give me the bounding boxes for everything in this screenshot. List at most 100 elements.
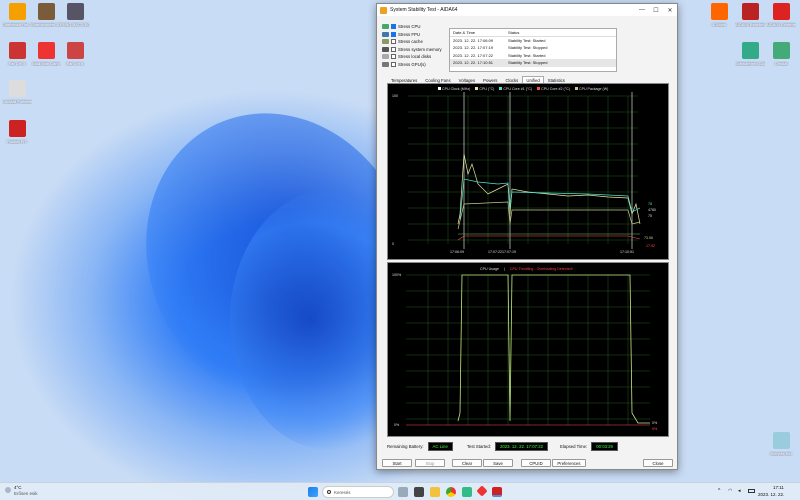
desktop-icon-label: AIDA64 Benchmark xyxy=(735,22,765,27)
volume-icon[interactable]: ◂ xyxy=(738,488,741,494)
hardware-icon xyxy=(382,31,389,37)
hardware-icon xyxy=(382,54,389,60)
test-log-list[interactable]: Date & Time Status 2023. 12. 22. 17:06:0… xyxy=(449,28,617,72)
app-icon xyxy=(37,42,55,59)
y-axis-bottom-label: 0 xyxy=(392,242,394,246)
checkbox[interactable] xyxy=(391,62,396,67)
legend-item[interactable]: CPU Core #1 (°C) xyxy=(499,87,532,91)
chrome-icon[interactable] xyxy=(446,487,456,497)
log-status: Stability Test: Started xyxy=(508,52,546,58)
hardware-icon xyxy=(382,24,389,29)
legend-label: CPU Core #1 (°C) xyxy=(503,87,533,91)
desktop-icon[interactable]: SoftwareInfo GAP-Z xyxy=(735,42,765,66)
log-header-status: Status xyxy=(508,29,520,35)
desktop-icon-label: Recycle Bin xyxy=(770,451,792,456)
desktop-icon[interactable]: Cocktail Fortress xyxy=(2,80,32,104)
aida64-taskbar-icon[interactable] xyxy=(492,487,502,497)
start-button[interactable]: Start xyxy=(382,459,412,467)
cpuid-button[interactable]: CPUID xyxy=(521,459,551,467)
legend-checkbox[interactable] xyxy=(574,87,578,90)
stress-option-label: Stress system memory xyxy=(398,46,442,52)
usage-legend: CPU Usage | CPU Throttling - Overheating… xyxy=(480,267,573,271)
stress-option[interactable]: Stress local disks xyxy=(382,54,431,60)
clock-time[interactable]: 17:11 xyxy=(773,485,784,490)
log-status: Stability Test: Stopped xyxy=(508,60,548,66)
tray-chevron-icon[interactable]: ^ xyxy=(718,488,720,494)
legend-separator: | xyxy=(503,267,505,271)
desktop-icon-label: Far Cry 5 xyxy=(8,61,26,66)
maximize-button[interactable]: ☐ xyxy=(649,4,663,16)
battery-icon[interactable] xyxy=(748,489,755,493)
stop-button[interactable]: Stop xyxy=(415,459,445,467)
desktop-icon[interactable]: Far Cry 6 xyxy=(60,42,90,66)
desktop-icon[interactable]: AIDA64 Extreme xyxy=(766,3,796,27)
desktop-icon-label: Mad Max Gang xyxy=(32,61,60,66)
log-row[interactable]: 2023. 12. 22. 17:07:22 Stability Test: St… xyxy=(450,52,616,60)
legend-item[interactable]: CPU Core #2 (°C) xyxy=(537,87,570,91)
log-header-date: Date & Time xyxy=(453,29,476,35)
desktop-icon[interactable]: PUBG BATTLEG. xyxy=(60,3,90,27)
desktop-icon[interactable]: Far Cry 5 xyxy=(2,42,32,66)
stress-option[interactable]: Stress system memory xyxy=(382,46,442,52)
checkbox[interactable] xyxy=(391,39,396,45)
log-status: Stability Test: Started xyxy=(508,37,546,43)
legend-checkbox[interactable] xyxy=(438,87,441,90)
legend-label: CPU (°C) xyxy=(479,87,495,91)
checkbox[interactable] xyxy=(391,31,396,37)
store-icon[interactable] xyxy=(462,487,472,497)
legend-checkbox[interactable] xyxy=(475,87,479,90)
log-row[interactable]: 2023. 12. 22. 17:06:09 Stability Test: St… xyxy=(450,37,616,45)
checkbox[interactable] xyxy=(391,46,396,52)
desktop-icon[interactable]: Recycle Bin xyxy=(766,432,796,456)
desktop-icon-label: Crystal xyxy=(774,61,788,66)
start-menu-icon[interactable] xyxy=(308,487,318,497)
stress-option-label: Stress CPU xyxy=(398,24,421,29)
legend-item[interactable]: CPU Package (W) xyxy=(574,87,608,91)
checkbox[interactable] xyxy=(391,24,396,29)
log-header: Date & Time Status xyxy=(450,29,616,37)
weather-icon xyxy=(5,487,11,493)
app-icon-red[interactable] xyxy=(476,485,488,497)
stress-option[interactable]: Stress cache xyxy=(382,39,423,45)
search-box[interactable]: Keresés xyxy=(322,486,394,498)
log-row[interactable]: 2023. 12. 22. 17:07:19 Stability Test: St… xyxy=(450,44,616,52)
app-icon xyxy=(741,42,759,59)
close-window-button[interactable]: ✕ xyxy=(663,4,677,16)
stress-option[interactable]: Stress CPU xyxy=(382,24,420,29)
desktop-icon[interactable]: Sharpshooter 3D xyxy=(31,3,61,27)
weather-temp[interactable]: 4°C xyxy=(14,485,22,490)
desktop-icon[interactable]: Rocket FIT xyxy=(2,120,32,144)
legend-label: CPU Core #2 (°C) xyxy=(541,87,570,91)
desktop-icon[interactable]: Crystal xyxy=(766,42,796,66)
legend-item[interactable]: CPU (°C) xyxy=(475,87,494,91)
elapsed-label: Elapsed Time: xyxy=(559,444,588,449)
stress-option[interactable]: Stress FPU xyxy=(382,31,420,37)
legend-label: CPU Clock (MHz) xyxy=(442,87,471,91)
desktop-icon[interactable]: Mad Max Gang xyxy=(31,42,61,66)
legend-checkbox[interactable] xyxy=(537,87,541,90)
file-explorer-icon[interactable] xyxy=(430,487,440,497)
title-bar[interactable]: System Stability Test - AIDA64 — ☐ ✕ xyxy=(377,4,677,16)
hardware-icon xyxy=(382,39,389,45)
preferences-button[interactable]: Preferences xyxy=(552,459,586,467)
y-axis-top-label: 100 xyxy=(392,94,398,98)
app-icon xyxy=(8,3,26,20)
task-view-icon[interactable] xyxy=(414,487,424,497)
copilot-icon[interactable] xyxy=(398,487,408,497)
close-button[interactable]: Close xyxy=(643,459,673,467)
app-icon xyxy=(8,120,26,137)
search-placeholder: Keresés xyxy=(334,489,351,495)
legend-checkbox[interactable] xyxy=(499,87,503,90)
clear-button[interactable]: Clear xyxy=(452,459,482,467)
desktop-icon[interactable]: AIDA64 Benchmark xyxy=(735,3,765,27)
checkbox[interactable] xyxy=(391,54,396,60)
wifi-icon[interactable]: ◠ xyxy=(728,488,732,494)
minimize-button[interactable]: — xyxy=(635,4,649,16)
stress-option[interactable]: Stress GPU(s) xyxy=(382,62,426,67)
desktop-icon[interactable]: 3DMark xyxy=(704,3,734,27)
app-icon xyxy=(772,42,790,59)
save-button[interactable]: Save xyxy=(483,459,513,467)
log-row[interactable]: 2023. 12. 22. 17:10:51 Stability Test: St… xyxy=(450,59,616,67)
desktop-icon[interactable]: Cinebench Rel. 7 xyxy=(2,3,32,27)
legend-item[interactable]: CPU Clock (MHz) xyxy=(438,87,470,91)
